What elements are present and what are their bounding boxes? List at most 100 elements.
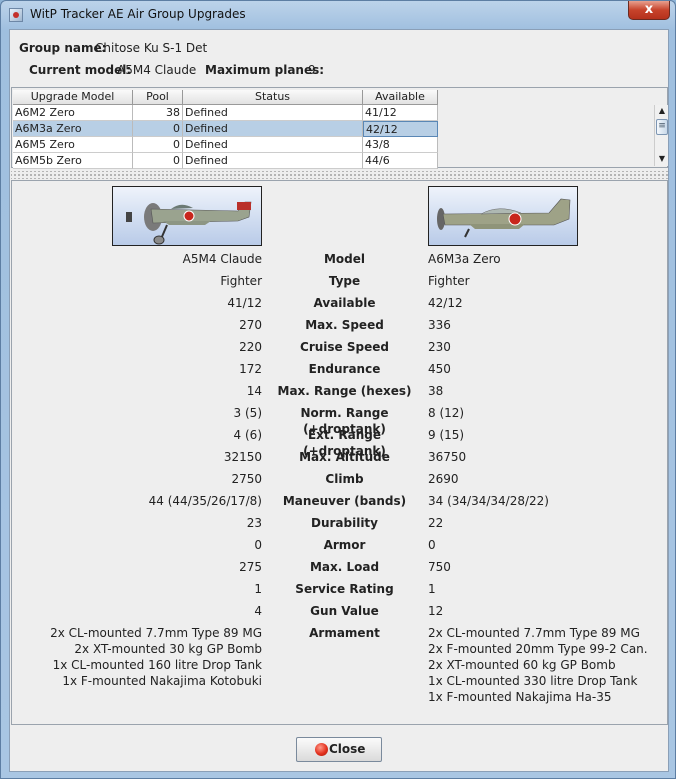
armament-right-item: 2x XT-mounted 60 kg GP Bomb (428, 658, 616, 672)
stat-left-maneuver: 44 (44/35/26/17/8) (148, 494, 262, 508)
current-plane-image (112, 186, 262, 246)
stat-label-max-speed: Max. Speed (305, 318, 384, 332)
stat-left-norm-range: 3 (5) (233, 406, 262, 420)
stat-right-climb: 2690 (428, 472, 459, 486)
group-name-label: Group name: (19, 41, 107, 55)
stat-left-ext-range: 4 (6) (233, 428, 262, 442)
scroll-up-icon[interactable]: ▲ (656, 105, 668, 117)
split-pane-divider[interactable] (11, 171, 668, 179)
stat-left-armor: 0 (254, 538, 262, 552)
cell-pool: 0 (133, 121, 183, 137)
cell-pool: 0 (133, 137, 183, 153)
current-model-value: A5M4 Claude (117, 63, 197, 77)
stat-right-armor: 0 (428, 538, 436, 552)
table-scrollbar[interactable]: ▲ ≡ ▼ (654, 105, 668, 166)
app-icon (9, 8, 23, 22)
stat-left-model: A5M4 Claude (182, 252, 262, 266)
comparison-panel: A5M4 Claude Model A6M3a Zero Fighter Typ… (11, 180, 668, 725)
red-circle-icon (315, 743, 328, 756)
cell-available: 44/6 (363, 153, 438, 169)
cell-model: A6M2 Zero (13, 105, 133, 121)
armament-right-item: 2x F-mounted 20mm Type 99-2 Can. (428, 642, 648, 656)
stat-right-model: A6M3a Zero (428, 252, 501, 266)
armament-left-list: 2x CL-mounted 7.7mm Type 89 MG 2x XT-mou… (22, 625, 262, 689)
cell-pool: 38 (133, 105, 183, 121)
stat-label-max-altitude: Max. Altitude (299, 450, 390, 464)
stat-right-maneuver: 34 (34/34/34/28/22) (428, 494, 549, 508)
stat-right-max-load: 750 (428, 560, 451, 574)
stat-right-max-range: 38 (428, 384, 444, 398)
stat-label-available: Available (313, 296, 376, 310)
stat-label-type: Type (328, 274, 361, 288)
stat-left-durability: 23 (246, 516, 262, 530)
stat-right-gun-value: 12 (428, 604, 444, 618)
title-bar[interactable]: WitP Tracker AE Air Group Upgrades x (1, 1, 675, 29)
stat-right-ext-range: 9 (15) (428, 428, 465, 442)
stat-label-climb: Climb (325, 472, 364, 486)
window-close-button[interactable]: x (628, 1, 670, 20)
stat-label-armament: Armament (309, 626, 380, 640)
app-window: WitP Tracker AE Air Group Upgrades x Gro… (0, 0, 676, 779)
column-header-pool[interactable]: Pool (133, 90, 183, 105)
cell-available: 42/12 (363, 121, 438, 137)
armament-left-item: 1x CL-mounted 160 litre Drop Tank (52, 658, 262, 672)
cell-status: Defined (183, 153, 363, 169)
stat-label-gun-value: Gun Value (310, 604, 379, 618)
stat-right-max-altitude: 36750 (428, 450, 467, 464)
armament-left-item: 1x F-mounted Nakajima Kotobuki (62, 674, 262, 688)
stat-right-durability: 22 (428, 516, 444, 530)
cell-model: A6M3a Zero (13, 121, 133, 137)
stat-label-durability: Durability (310, 516, 378, 530)
upgrade-plane-image (428, 186, 578, 246)
armament-right-list: 2x CL-mounted 7.7mm Type 89 MG 2x F-moun… (428, 625, 668, 705)
stat-left-endurance: 172 (239, 362, 262, 376)
max-planes-label: Maximum planes: (205, 63, 325, 77)
cell-available: 43/8 (363, 137, 438, 153)
max-planes-value: 9 (308, 63, 316, 77)
stat-right-cruise-speed: 230 (428, 340, 451, 354)
cell-status: Defined (183, 105, 363, 121)
armament-left-item: 2x XT-mounted 30 kg GP Bomb (74, 642, 262, 656)
stat-left-max-altitude: 32150 (223, 450, 262, 464)
stat-left-gun-value: 4 (254, 604, 262, 618)
close-button[interactable]: Close (296, 737, 382, 762)
cell-status: Defined (183, 137, 363, 153)
stat-label-max-range: Max. Range (hexes) (277, 384, 412, 398)
stat-left-type: Fighter (220, 274, 262, 288)
scroll-thumb[interactable]: ≡ (656, 119, 668, 135)
cell-status: Defined (183, 121, 363, 137)
current-model-label: Current model: (29, 63, 132, 77)
stat-right-service-rating: 1 (428, 582, 436, 596)
stat-left-climb: 2750 (231, 472, 262, 486)
window-title: WitP Tracker AE Air Group Upgrades (30, 7, 246, 21)
a6m3a-zero-profile-icon (437, 198, 571, 238)
cell-pool: 0 (133, 153, 183, 169)
a5m4-claude-profile-icon (126, 201, 252, 245)
stat-right-endurance: 450 (428, 362, 451, 376)
stat-label-armor: Armor (323, 538, 366, 552)
column-header-upgrade-model[interactable]: Upgrade Model (13, 90, 133, 105)
stat-right-norm-range: 8 (12) (428, 406, 465, 420)
stat-left-max-range: 14 (246, 384, 262, 398)
scroll-down-icon[interactable]: ▼ (656, 153, 668, 165)
stat-label-maneuver: Maneuver (bands) (282, 494, 407, 508)
armament-right-item: 1x F-mounted Nakajima Ha-35 (428, 690, 612, 704)
column-header-available[interactable]: Available (363, 90, 438, 105)
dialog-content: Group name: Chitose Ku S-1 Det Current m… (9, 29, 669, 772)
armament-right-item: 2x CL-mounted 7.7mm Type 89 MG (428, 626, 640, 640)
stat-label-service-rating: Service Rating (295, 582, 394, 596)
stat-label-model: Model (323, 252, 366, 266)
stat-label-endurance: Endurance (308, 362, 381, 376)
cell-model: A6M5 Zero (13, 137, 133, 153)
stat-left-cruise-speed: 220 (239, 340, 262, 354)
stat-left-available: 41/12 (227, 296, 262, 310)
cell-model: A6M5b Zero (13, 153, 133, 169)
armament-left-item: 2x CL-mounted 7.7mm Type 89 MG (50, 626, 262, 640)
stat-label-max-load: Max. Load (309, 560, 380, 574)
stat-label-cruise-speed: Cruise Speed (300, 340, 389, 354)
stat-right-type: Fighter (428, 274, 470, 288)
close-button-label: Close (329, 742, 366, 756)
column-header-status[interactable]: Status (183, 90, 363, 105)
upgrade-table: Upgrade Model Pool Status Available A6M2… (11, 87, 668, 169)
armament-right-item: 1x CL-mounted 330 litre Drop Tank (428, 674, 638, 688)
